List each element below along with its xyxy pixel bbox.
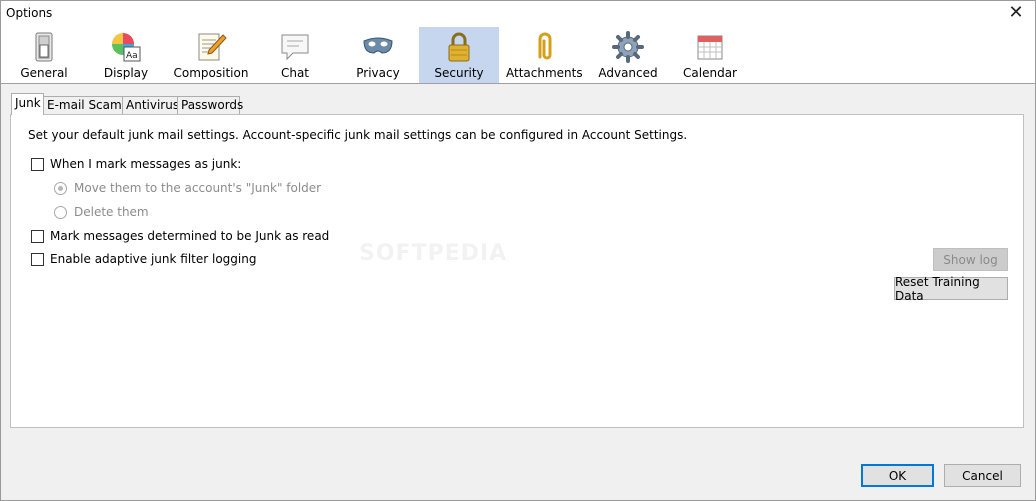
pane-advanced-label: Advanced: [598, 66, 658, 80]
mark-read-checkbox[interactable]: [31, 229, 44, 243]
mark-read-row[interactable]: Mark messages determined to be Junk as r…: [31, 228, 329, 244]
mark-as-junk-label: When I mark messages as junk:: [50, 157, 242, 171]
mask-icon: [363, 37, 393, 54]
junk-intro-text: Set your default junk mail settings. Acc…: [28, 128, 688, 142]
paperclip-icon: [538, 32, 552, 60]
svg-text:Aa: Aa: [126, 51, 138, 61]
calendar-icon: [697, 35, 723, 60]
title-bar: Options ✕: [1, 1, 1035, 27]
tab-antivirus-label: Antivirus: [126, 98, 180, 112]
padlock-icon: [448, 32, 470, 62]
pane-security-label: Security: [434, 66, 484, 80]
junk-panel: SOFTPEDIA Set your default junk mail set…: [10, 114, 1024, 428]
pane-general-label: General: [20, 66, 68, 80]
pane-attachments-label: Attachments: [506, 66, 583, 80]
adaptive-logging-row[interactable]: Enable adaptive junk filter logging: [31, 251, 256, 267]
tab-passwords[interactable]: Passwords: [177, 96, 244, 115]
pane-display-label: Display: [103, 66, 149, 80]
tab-junk[interactable]: Junk: [11, 93, 44, 115]
pane-calendar[interactable]: Calendar: [679, 27, 741, 83]
pane-attachments[interactable]: Attachments: [506, 27, 583, 83]
mark-as-junk-checkbox[interactable]: [31, 157, 44, 171]
speech-bubble-icon: [281, 34, 309, 61]
pane-calendar-label: Calendar: [683, 66, 737, 80]
pane-display[interactable]: Aa Display: [95, 27, 157, 83]
options-window: Options ✕ General Aa Display Composition…: [0, 0, 1036, 501]
tab-junk-label: Junk: [15, 96, 41, 110]
show-log-button: Show log: [933, 248, 1008, 271]
pane-privacy[interactable]: Privacy: [347, 27, 409, 83]
tab-passwords-label: Passwords: [181, 98, 244, 112]
delete-them-row: Delete them: [54, 204, 149, 220]
move-to-junk-row: Move them to the account's "Junk" folder: [54, 180, 321, 196]
pane-general[interactable]: General: [13, 27, 75, 83]
cancel-button[interactable]: Cancel: [944, 464, 1021, 487]
window-title: Options: [6, 6, 53, 20]
move-to-junk-label: Move them to the account's "Junk" folder: [74, 181, 322, 195]
watermark: SOFTPEDIA: [359, 241, 508, 266]
adaptive-logging-label: Enable adaptive junk filter logging: [50, 252, 257, 266]
pane-advanced[interactable]: Advanced: [597, 27, 659, 83]
pane-composition-label: Composition: [173, 66, 249, 80]
pane-chat[interactable]: Chat: [267, 27, 323, 83]
tab-antivirus[interactable]: Antivirus: [122, 96, 180, 115]
mark-as-junk-row[interactable]: When I mark messages as junk:: [31, 156, 241, 172]
pane-composition[interactable]: Composition: [173, 27, 249, 83]
gear-icon: [612, 31, 644, 63]
delete-them-radio: [54, 205, 67, 219]
tab-email-scams-label: E-mail Scams: [47, 98, 128, 112]
close-icon[interactable]: ✕: [1007, 3, 1025, 23]
tab-email-scams[interactable]: E-mail Scams: [43, 96, 128, 115]
move-to-junk-radio: [54, 181, 67, 195]
preferences-toolbar: General Aa Display Composition Chat Priv…: [1, 27, 1035, 84]
switch-icon: [35, 32, 53, 62]
pane-privacy-label: Privacy: [356, 66, 400, 80]
pane-chat-label: Chat: [280, 66, 310, 80]
adaptive-logging-checkbox[interactable]: [31, 252, 44, 266]
notepad-pencil-icon: [198, 33, 227, 61]
reset-training-data-button[interactable]: Reset Training Data: [894, 275, 1008, 303]
palette-icon: Aa: [112, 33, 141, 62]
ok-button[interactable]: OK: [861, 464, 934, 487]
mark-read-label: Mark messages determined to be Junk as r…: [50, 229, 330, 243]
pane-security[interactable]: Security: [419, 27, 499, 83]
delete-them-label: Delete them: [74, 205, 149, 219]
